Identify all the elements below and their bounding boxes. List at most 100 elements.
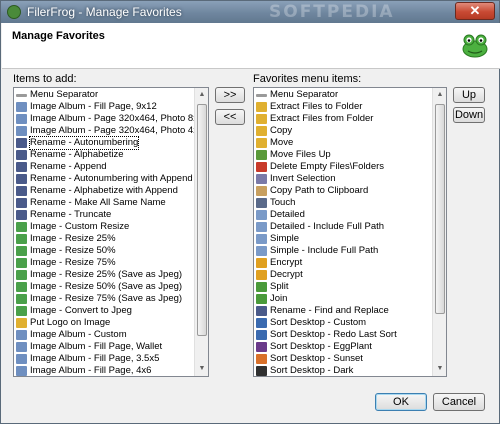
list-item[interactable]: Rename - Make All Same Name: [14, 197, 194, 209]
list-item-label: Invert Selection: [270, 173, 336, 184]
window-title: FilerFrog - Manage Favorites: [27, 5, 182, 19]
desktop-icon: [256, 330, 267, 340]
list-item-label: Image - Resize 25%: [30, 233, 116, 244]
remove-button[interactable]: <<: [215, 109, 245, 125]
list-item[interactable]: Copy: [254, 125, 432, 137]
list-item[interactable]: Sort Desktop - Redo Last Sort: [254, 329, 432, 341]
list-item[interactable]: Sort Desktop - Sunset: [254, 353, 432, 365]
scroll-thumb[interactable]: [197, 104, 207, 336]
list-item[interactable]: Invert Selection: [254, 173, 432, 185]
title-bar[interactable]: FilerFrog - Manage Favorites SOFTPEDIA ✕: [1, 1, 499, 23]
detailed-icon: [256, 210, 267, 220]
favorites-menu-items-list[interactable]: Menu Separator Extract Files to Folder Ext…: [253, 87, 447, 377]
frog-app-icon: [7, 5, 21, 19]
scroll-up-icon[interactable]: ▲: [433, 88, 446, 102]
list-item[interactable]: Image Album - Fill Page, 4x6: [14, 365, 194, 376]
list-item[interactable]: Copy Path to Clipboard: [254, 185, 432, 197]
scroll-down-icon[interactable]: ▼: [195, 362, 208, 376]
rename-icon: [256, 306, 267, 316]
album-icon: [16, 114, 27, 124]
favorites-scrollbar[interactable]: ▲ ▼: [432, 88, 446, 376]
list-item[interactable]: Rename - Autonumbering: [14, 136, 194, 150]
list-item[interactable]: Extract Files to Folder: [254, 101, 432, 113]
list-item[interactable]: Move: [254, 137, 432, 149]
list-item-label: Simple: [270, 233, 300, 244]
list-item[interactable]: Image - Resize 75%: [14, 257, 194, 269]
list-item-label: Encrypt: [270, 257, 303, 268]
list-item[interactable]: Encrypt: [254, 257, 432, 269]
list-item[interactable]: Menu Separator: [254, 89, 432, 101]
list-item[interactable]: Image Album - Fill Page, 9x12: [14, 101, 194, 113]
list-item[interactable]: Rename - Autonumbering with Append: [14, 173, 194, 185]
list-item[interactable]: Put Logo on Image: [14, 317, 194, 329]
list-item[interactable]: Split: [254, 281, 432, 293]
items-to-add-scrollbar[interactable]: ▲ ▼: [194, 88, 208, 376]
list-item-label: Rename - Find and Replace: [270, 305, 389, 316]
items-to-add-list[interactable]: Menu Separator Image Album - Fill Page, 9…: [13, 87, 209, 377]
list-item[interactable]: Rename - Find and Replace: [254, 305, 432, 317]
scroll-up-icon[interactable]: ▲: [195, 88, 208, 102]
list-item[interactable]: Image - Resize 50%: [14, 245, 194, 257]
list-item[interactable]: Move Files Up: [254, 149, 432, 161]
rename-icon: [16, 174, 27, 184]
logo-image-icon: [16, 318, 27, 328]
list-item[interactable]: Join: [254, 293, 432, 305]
list-item[interactable]: Decrypt: [254, 269, 432, 281]
list-item[interactable]: Image Album - Fill Page, 3.5x5: [14, 353, 194, 365]
ok-button[interactable]: OK: [375, 393, 427, 411]
list-item-label: Move Files Up: [270, 149, 331, 160]
list-item[interactable]: Image Album - Page 320x464, Photo 4x6: [14, 125, 194, 137]
list-item[interactable]: Touch: [254, 197, 432, 209]
list-item[interactable]: Image Album - Page 320x464, Photo 8x10: [14, 113, 194, 125]
favorites-menu-items-label: Favorites menu items:: [253, 73, 362, 85]
list-item[interactable]: Image Album - Custom: [14, 329, 194, 341]
close-button[interactable]: ✕: [455, 2, 495, 20]
list-item[interactable]: Rename - Alphabetize with Append: [14, 185, 194, 197]
clipboard-icon: [256, 186, 267, 196]
scroll-thumb[interactable]: [435, 104, 445, 314]
list-item[interactable]: Image - Custom Resize: [14, 221, 194, 233]
resize-icon: [16, 234, 27, 244]
list-item-label: Image Album - Page 320x464, Photo 8x10: [30, 113, 194, 124]
list-item[interactable]: Image - Resize 25%: [14, 233, 194, 245]
list-item[interactable]: Image - Resize 50% (Save as Jpeg): [14, 281, 194, 293]
down-button[interactable]: Down: [453, 107, 485, 123]
list-item[interactable]: Sort Desktop - Custom: [254, 317, 432, 329]
dialog-header: Manage Favorites: [2, 23, 500, 69]
list-item[interactable]: Image - Convert to Jpeg: [14, 305, 194, 317]
list-item[interactable]: Extract Files from Folder: [254, 113, 432, 125]
list-item[interactable]: Image - Resize 75% (Save as Jpeg): [14, 293, 194, 305]
up-button[interactable]: Up: [453, 87, 485, 103]
list-item-label: Image - Resize 25% (Save as Jpeg): [30, 269, 183, 280]
list-item[interactable]: Simple - Include Full Path: [254, 245, 432, 257]
scroll-down-icon[interactable]: ▼: [433, 362, 446, 376]
add-button[interactable]: >>: [215, 87, 245, 103]
simple-icon: [256, 246, 267, 256]
list-item[interactable]: Detailed: [254, 209, 432, 221]
move-icon: [256, 138, 267, 148]
list-item[interactable]: Simple: [254, 233, 432, 245]
manage-favorites-window: FilerFrog - Manage Favorites SOFTPEDIA ✕…: [0, 0, 500, 424]
album-icon: [16, 330, 27, 340]
resize-icon: [16, 222, 27, 232]
list-item-label: Put Logo on Image: [30, 317, 111, 328]
album-icon: [16, 366, 27, 376]
list-item[interactable]: Rename - Truncate: [14, 209, 194, 221]
list-item[interactable]: Image - Resize 25% (Save as Jpeg): [14, 269, 194, 281]
rename-icon: [16, 150, 27, 160]
resize-icon: [16, 258, 27, 268]
list-item[interactable]: Rename - Alphabetize: [14, 149, 194, 161]
list-item-label: Simple - Include Full Path: [270, 245, 379, 256]
separator-icon: [16, 93, 27, 97]
copy-icon: [256, 126, 267, 136]
desktop-icon: [256, 342, 267, 352]
list-item[interactable]: Sort Desktop - Dark: [254, 365, 432, 376]
list-item-label: Sort Desktop - Dark: [270, 365, 354, 376]
list-item[interactable]: Rename - Append: [14, 161, 194, 173]
list-item[interactable]: Delete Empty Files\Folders: [254, 161, 432, 173]
list-item[interactable]: Image Album - Fill Page, Wallet: [14, 341, 194, 353]
list-item[interactable]: Menu Separator: [14, 89, 194, 101]
list-item[interactable]: Detailed - Include Full Path: [254, 221, 432, 233]
list-item[interactable]: Sort Desktop - EggPlant: [254, 341, 432, 353]
cancel-button[interactable]: Cancel: [433, 393, 485, 411]
